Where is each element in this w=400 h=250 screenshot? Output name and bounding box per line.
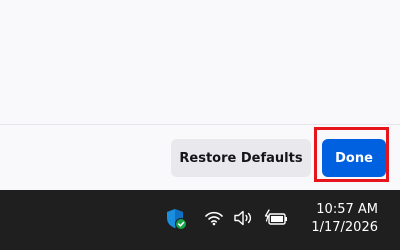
volume-icon[interactable] (233, 209, 255, 227)
security-shield-icon[interactable] (165, 207, 189, 231)
taskbar-clock[interactable]: 10:57 AM 1/17/2026 (311, 201, 378, 237)
done-button[interactable]: Done (322, 139, 386, 177)
clock-time: 10:57 AM (316, 202, 378, 217)
battery-charging-icon[interactable] (263, 208, 289, 228)
restore-defaults-button[interactable]: Restore Defaults (171, 139, 311, 177)
clock-date: 1/17/2026 (311, 220, 378, 235)
wifi-icon[interactable] (204, 210, 224, 226)
dialog-content-area (0, 0, 400, 124)
